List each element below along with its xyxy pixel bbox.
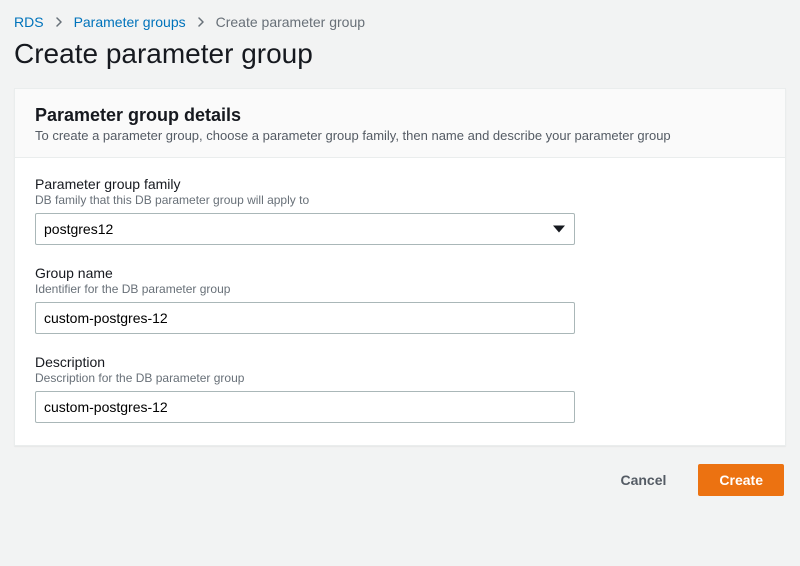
- family-select-wrap: postgres12: [35, 213, 575, 245]
- create-button[interactable]: Create: [698, 464, 784, 496]
- group-name-input[interactable]: [35, 302, 575, 334]
- description-input[interactable]: [35, 391, 575, 423]
- family-hint: DB family that this DB parameter group w…: [35, 193, 765, 207]
- field-description: Description Description for the DB param…: [35, 354, 765, 423]
- cancel-button[interactable]: Cancel: [600, 464, 686, 496]
- family-label: Parameter group family: [35, 176, 765, 192]
- page-title: Create parameter group: [14, 38, 786, 70]
- details-panel: Parameter group details To create a para…: [14, 88, 786, 446]
- description-hint: Description for the DB parameter group: [35, 371, 765, 385]
- breadcrumb-rds[interactable]: RDS: [14, 14, 44, 30]
- family-select[interactable]: postgres12: [35, 213, 575, 245]
- chevron-right-icon: [196, 17, 206, 27]
- field-parameter-group-family: Parameter group family DB family that th…: [35, 176, 765, 245]
- breadcrumb: RDS Parameter groups Create parameter gr…: [14, 14, 786, 30]
- panel-subtitle: To create a parameter group, choose a pa…: [35, 128, 765, 143]
- panel-title: Parameter group details: [35, 105, 765, 126]
- description-label: Description: [35, 354, 765, 370]
- action-bar: Cancel Create: [14, 464, 786, 496]
- chevron-right-icon: [54, 17, 64, 27]
- group-name-label: Group name: [35, 265, 765, 281]
- panel-header: Parameter group details To create a para…: [15, 89, 785, 158]
- group-name-hint: Identifier for the DB parameter group: [35, 282, 765, 296]
- panel-body: Parameter group family DB family that th…: [15, 158, 785, 445]
- breadcrumb-current: Create parameter group: [216, 14, 365, 30]
- breadcrumb-parameter-groups[interactable]: Parameter groups: [74, 14, 186, 30]
- field-group-name: Group name Identifier for the DB paramet…: [35, 265, 765, 334]
